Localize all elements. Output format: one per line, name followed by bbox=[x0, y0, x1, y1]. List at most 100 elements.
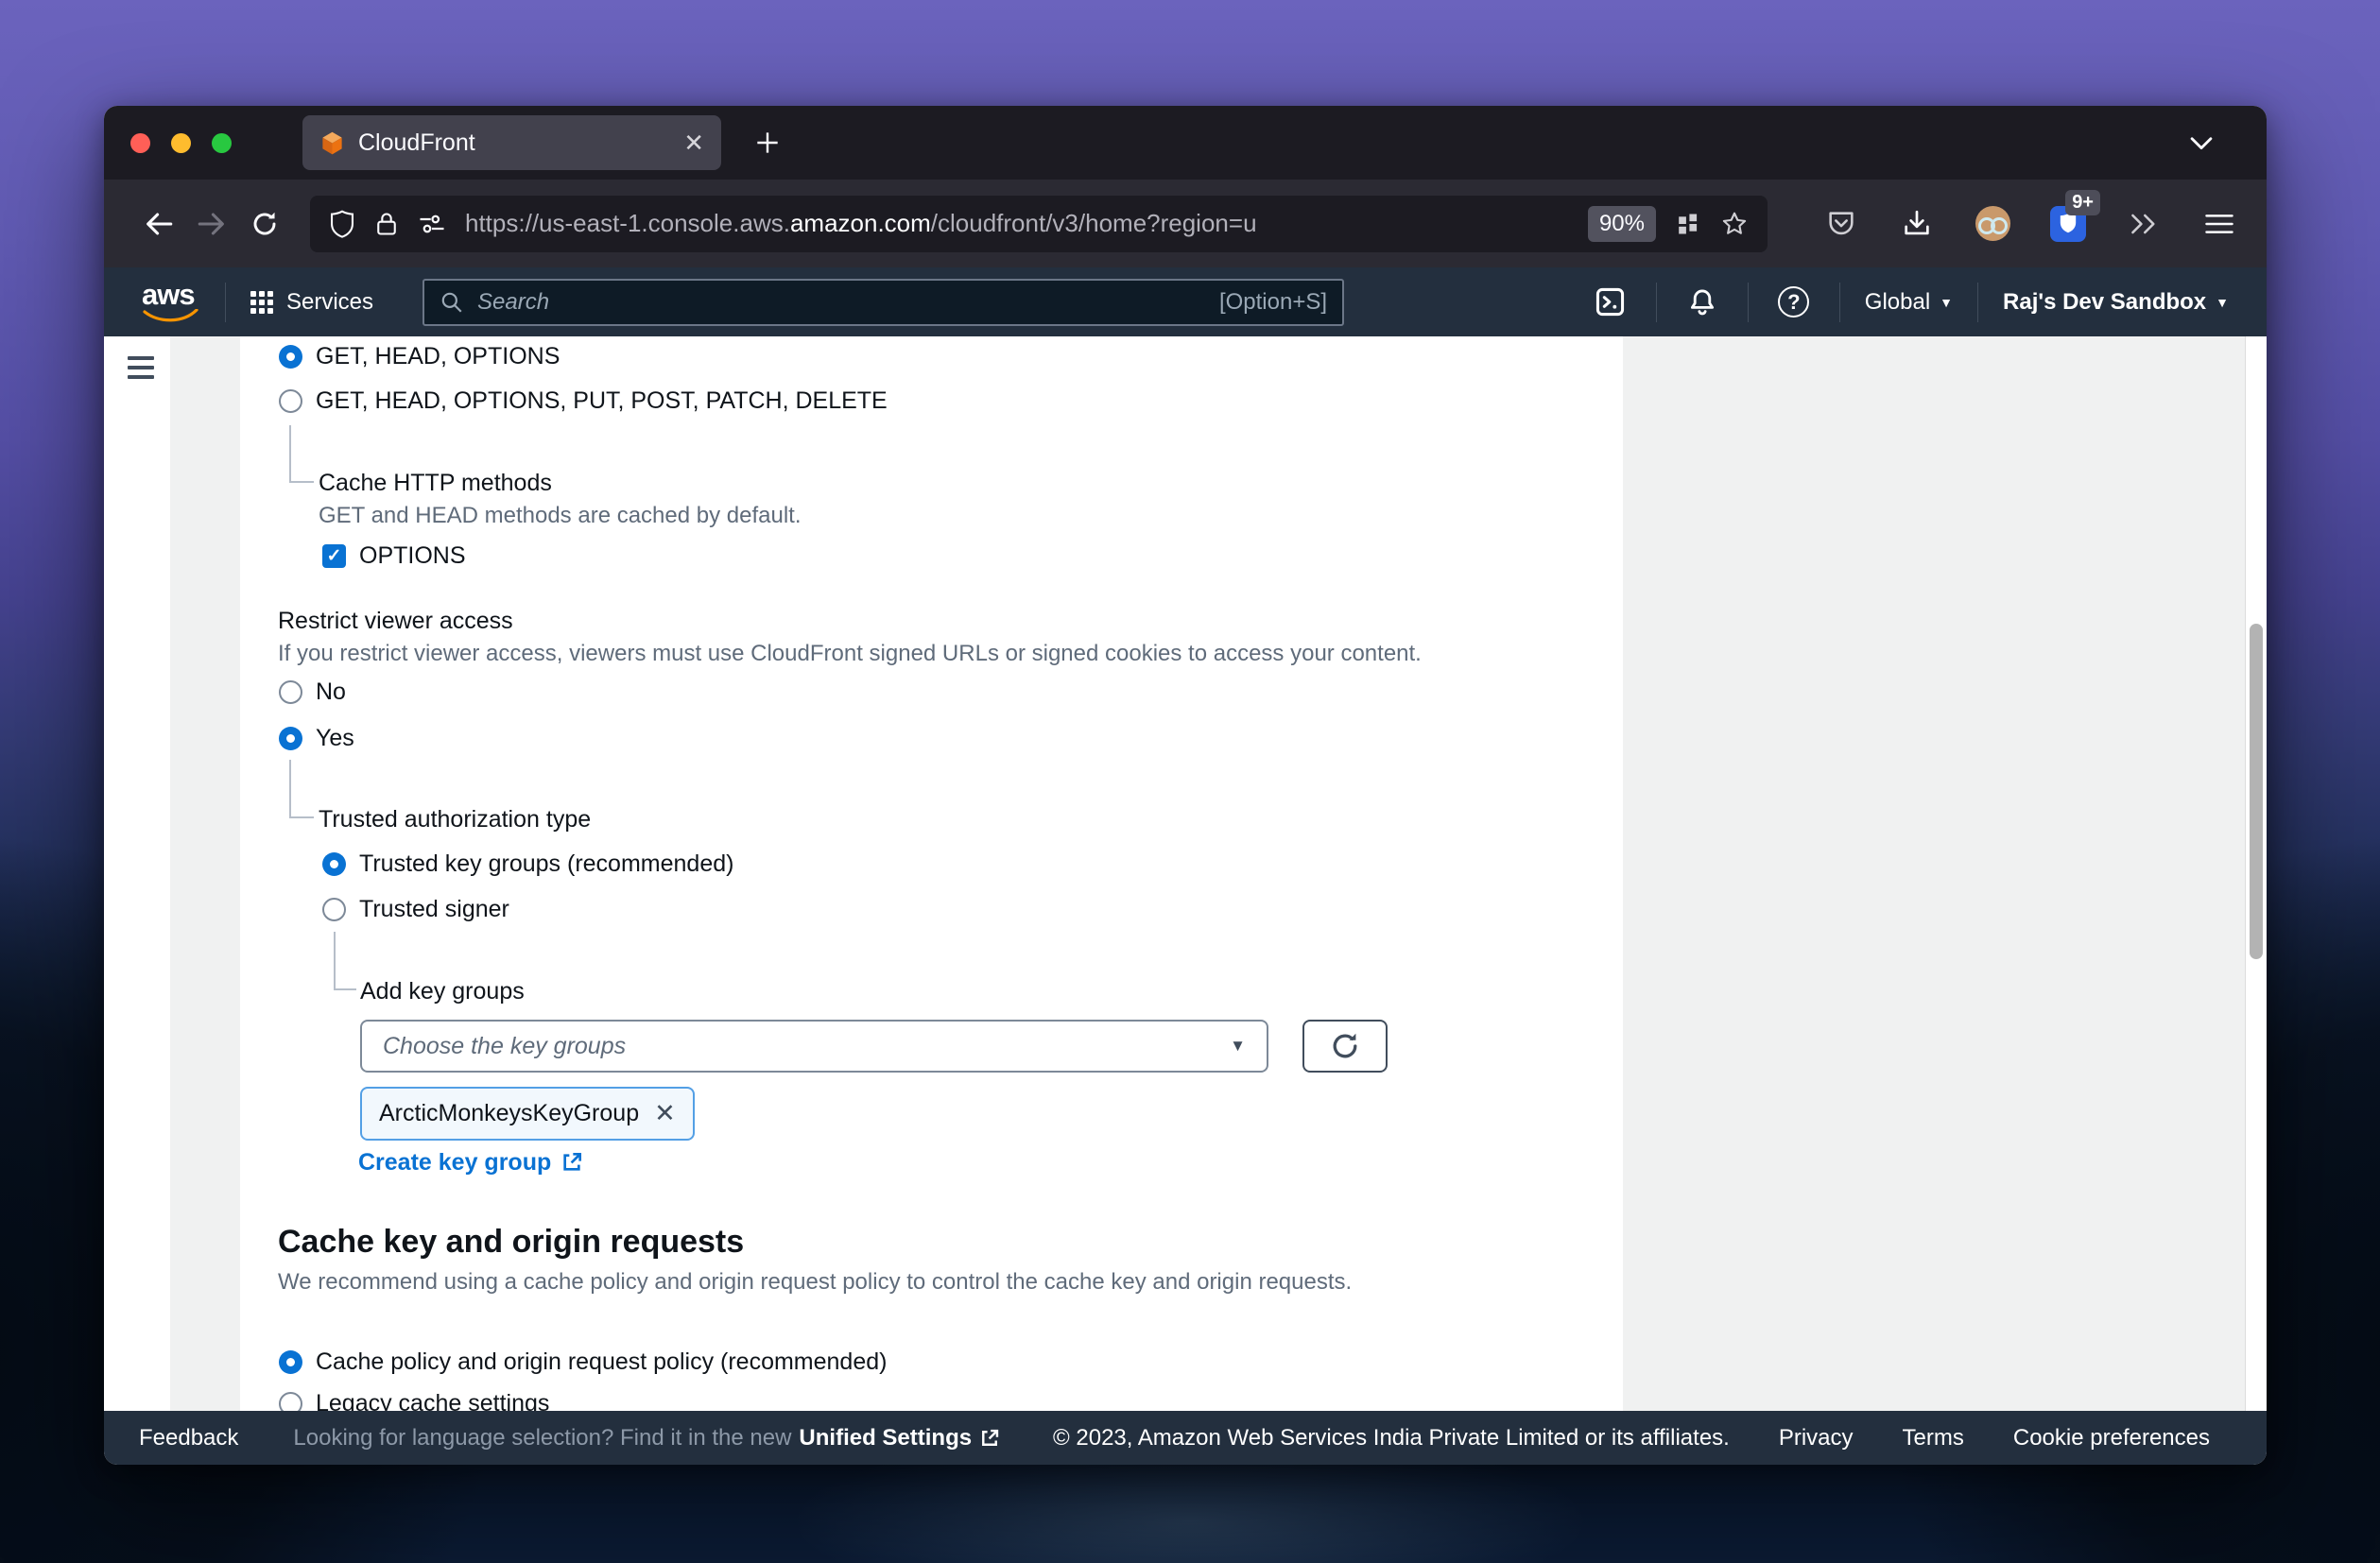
forward-button[interactable] bbox=[185, 198, 238, 250]
checkbox-checked-icon[interactable] bbox=[322, 544, 346, 568]
tab-title: CloudFront bbox=[358, 129, 475, 157]
services-label: Services bbox=[286, 289, 373, 316]
chevron-down-icon: ▼ bbox=[1940, 296, 1953, 309]
console-footer: Feedback Looking for language selection?… bbox=[104, 1411, 2267, 1465]
search-placeholder: Search bbox=[477, 289, 549, 316]
scrollbar-thumb[interactable] bbox=[2250, 624, 2263, 959]
account-menu[interactable]: Raj's Dev Sandbox ▼ bbox=[2003, 289, 2229, 316]
add-key-groups-label-row: Add key groups bbox=[360, 975, 525, 1007]
select-caret-icon: ▼ bbox=[1230, 1037, 1246, 1056]
key-group-token[interactable]: ArcticMonkeysKeyGroup ✕ bbox=[360, 1087, 695, 1141]
select-placeholder: Choose the key groups bbox=[383, 1033, 626, 1060]
refresh-key-groups-button[interactable] bbox=[1302, 1020, 1388, 1073]
radio-selected-icon[interactable] bbox=[279, 727, 302, 750]
region-selector[interactable]: Global ▼ bbox=[1865, 289, 1953, 316]
radio-restrict-no[interactable]: No bbox=[279, 676, 346, 708]
radio-allowed-methods-get-head-options[interactable]: GET, HEAD, OPTIONS bbox=[279, 340, 560, 372]
tree-connector-line bbox=[289, 760, 314, 818]
privacy-link[interactable]: Privacy bbox=[1779, 1425, 1854, 1451]
radio-restrict-yes[interactable]: Yes bbox=[279, 722, 354, 754]
radio-unselected-icon[interactable] bbox=[279, 389, 302, 413]
aws-logo[interactable]: aws bbox=[142, 281, 200, 324]
refresh-icon bbox=[1328, 1029, 1362, 1063]
external-link-icon bbox=[561, 1151, 583, 1174]
overflow-chevrons-icon[interactable] bbox=[2125, 205, 2163, 243]
radio-selected-icon[interactable] bbox=[279, 345, 302, 369]
radio-allowed-methods-all[interactable]: GET, HEAD, OPTIONS, PUT, POST, PATCH, DE… bbox=[279, 385, 888, 417]
close-window-button[interactable] bbox=[130, 133, 150, 153]
radio-cache-policy[interactable]: Cache policy and origin request policy (… bbox=[279, 1346, 887, 1378]
lock-icon[interactable] bbox=[374, 211, 399, 237]
feedback-link[interactable]: Feedback bbox=[139, 1425, 238, 1451]
tracking-protection-shield-icon[interactable] bbox=[329, 210, 355, 238]
radio-unselected-icon[interactable] bbox=[322, 898, 346, 921]
menu-hamburger-icon[interactable] bbox=[2200, 205, 2238, 243]
checkbox-options[interactable]: OPTIONS bbox=[322, 540, 466, 572]
radio-label: Cache policy and origin request policy (… bbox=[316, 1348, 887, 1376]
downloads-icon[interactable] bbox=[1898, 205, 1936, 243]
bookmark-star-icon[interactable] bbox=[1720, 210, 1749, 238]
permissions-icon[interactable] bbox=[418, 212, 446, 236]
cloudfront-favicon-icon bbox=[319, 130, 345, 156]
radio-label: GET, HEAD, OPTIONS, PUT, POST, PATCH, DE… bbox=[316, 387, 888, 415]
radio-trusted-key-groups[interactable]: Trusted key groups (recommended) bbox=[322, 848, 733, 880]
radio-label: No bbox=[316, 678, 346, 706]
cloudshell-icon[interactable] bbox=[1590, 282, 1631, 323]
tree-connector-line bbox=[334, 932, 356, 990]
language-notice-text: Looking for language selection? Find it … bbox=[293, 1425, 791, 1451]
aws-search-input[interactable]: Search [Option+S] bbox=[423, 279, 1344, 326]
region-label: Global bbox=[1865, 289, 1930, 316]
token-dismiss-icon[interactable]: ✕ bbox=[654, 1101, 676, 1126]
password-manager-extension-icon[interactable]: 9+ bbox=[2049, 205, 2087, 243]
notifications-bell-icon[interactable] bbox=[1682, 282, 1723, 323]
url-prefix: https://us-east-1.console.aws. bbox=[465, 209, 790, 237]
tab-bar: CloudFront ✕ bbox=[104, 106, 2267, 180]
profile-avatar[interactable] bbox=[1974, 205, 2011, 243]
radio-trusted-signer[interactable]: Trusted signer bbox=[322, 893, 509, 925]
cache-http-methods-desc-row: GET and HEAD methods are cached by defau… bbox=[319, 500, 802, 532]
sidenav-hamburger-icon[interactable] bbox=[128, 356, 154, 385]
pocket-icon[interactable] bbox=[1822, 205, 1860, 243]
cookie-preferences-link[interactable]: Cookie preferences bbox=[2013, 1425, 2210, 1451]
help-icon[interactable]: ? bbox=[1773, 282, 1815, 323]
radio-unselected-icon[interactable] bbox=[279, 680, 302, 704]
zoom-level-badge[interactable]: 90% bbox=[1588, 206, 1656, 242]
tab-cloudfront[interactable]: CloudFront ✕ bbox=[302, 115, 721, 170]
url-text[interactable]: https://us-east-1.console.aws.amazon.com… bbox=[465, 209, 1257, 238]
extension-badge-count: 9+ bbox=[2065, 190, 2100, 215]
divider bbox=[1748, 283, 1749, 322]
tab-list-chevron-icon[interactable] bbox=[2185, 106, 2217, 180]
url-bar[interactable]: https://us-east-1.console.aws.amazon.com… bbox=[310, 196, 1768, 252]
radio-selected-icon[interactable] bbox=[322, 852, 346, 876]
zoom-window-button[interactable] bbox=[212, 133, 232, 153]
divider bbox=[225, 283, 226, 322]
containers-grid-icon[interactable] bbox=[1675, 211, 1701, 237]
field-label: Add key groups bbox=[360, 978, 525, 1005]
vertical-scrollbar[interactable] bbox=[2245, 336, 2267, 1411]
tree-connector-line bbox=[289, 425, 314, 483]
tab-close-icon[interactable]: ✕ bbox=[683, 130, 704, 155]
radio-label: GET, HEAD, OPTIONS bbox=[316, 343, 560, 370]
divider bbox=[1977, 283, 1978, 322]
window-controls bbox=[104, 133, 232, 153]
console-page: GET, HEAD, OPTIONS GET, HEAD, OPTIONS, P… bbox=[104, 336, 2267, 1411]
account-label: Raj's Dev Sandbox bbox=[2003, 289, 2206, 316]
minimize-window-button[interactable] bbox=[171, 133, 191, 153]
terms-link[interactable]: Terms bbox=[1903, 1425, 1964, 1451]
new-tab-button[interactable] bbox=[746, 121, 789, 164]
url-path: /cloudfront/v3/home?region=u bbox=[931, 209, 1257, 237]
reload-button[interactable] bbox=[238, 198, 291, 250]
create-key-group-link[interactable]: Create key group bbox=[358, 1149, 583, 1177]
back-button[interactable] bbox=[132, 198, 185, 250]
key-groups-select[interactable]: Choose the key groups ▼ bbox=[360, 1020, 1268, 1073]
cache-key-section-title-row: Cache key and origin requests bbox=[278, 1221, 744, 1262]
radio-label: Trusted signer bbox=[359, 896, 509, 923]
radio-unselected-icon[interactable] bbox=[279, 1392, 302, 1412]
search-icon bbox=[440, 290, 464, 315]
services-menu[interactable]: Services bbox=[250, 289, 373, 316]
unified-settings-link[interactable]: Unified Settings bbox=[799, 1425, 972, 1451]
radio-legacy-cache-settings[interactable]: Legacy cache settings bbox=[279, 1387, 549, 1411]
restrict-viewer-access-label-row: Restrict viewer access bbox=[278, 605, 513, 637]
desktop-wallpaper: CloudFront ✕ bbox=[0, 0, 2380, 1563]
radio-selected-icon[interactable] bbox=[279, 1350, 302, 1374]
